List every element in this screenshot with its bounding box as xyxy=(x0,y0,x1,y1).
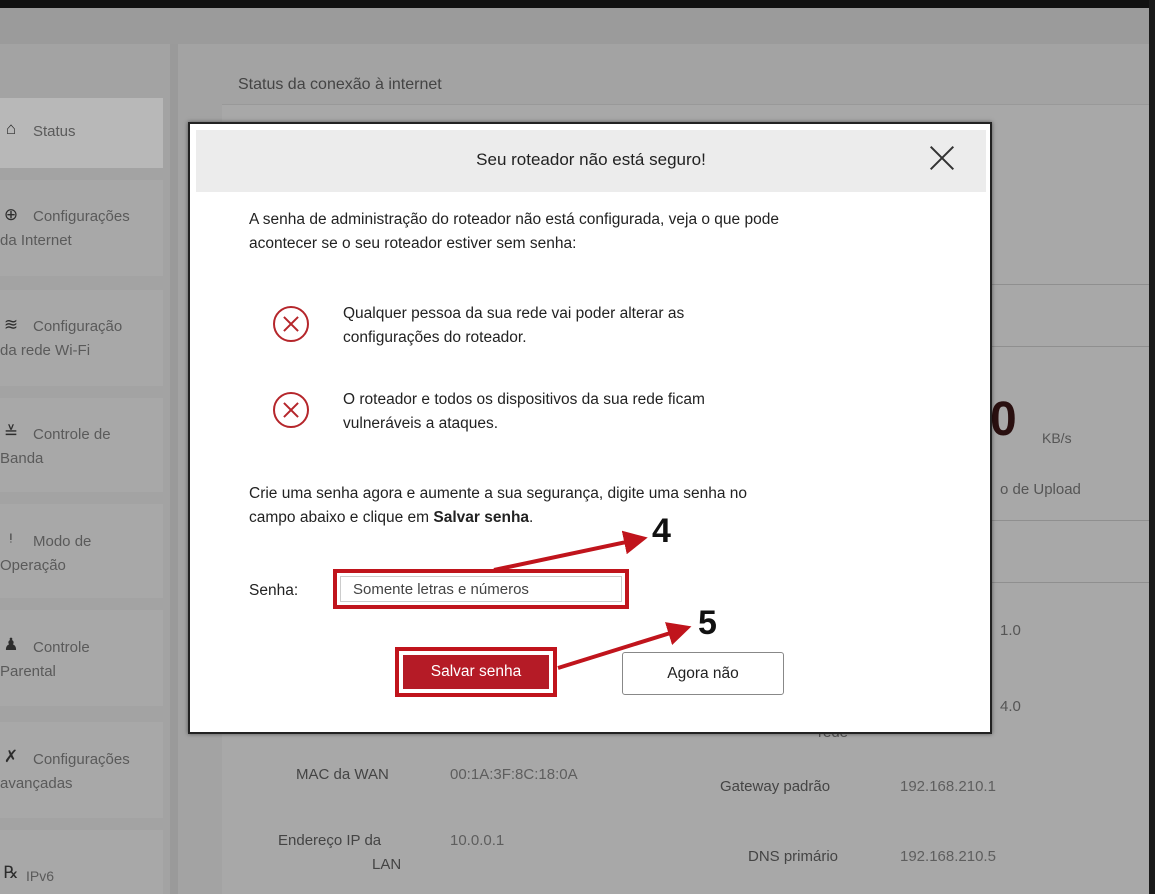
annotation-arrows xyxy=(493,530,692,670)
step-number-5: 5 xyxy=(698,604,717,642)
step-number-4: 4 xyxy=(652,512,671,550)
arrow-to-save xyxy=(557,622,692,670)
arrow-to-password xyxy=(493,530,648,572)
